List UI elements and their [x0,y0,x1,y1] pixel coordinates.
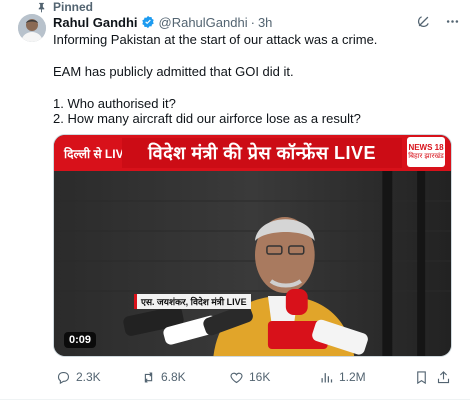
channel-logo-line2: बिहार झारखंड [408,153,444,160]
channel-logo: NEWS 18 बिहार झारखंड [407,137,445,167]
reply-button[interactable]: 2.3K [56,370,101,385]
repost-button[interactable]: 6.8K [141,370,186,385]
tweet-text-line-1: Informing Pakistan at the start of our a… [53,32,378,47]
timestamp[interactable]: 3h [258,15,272,30]
video-frame [54,171,451,356]
tweet-text-line-4: 2. How many aircraft did our airforce lo… [53,111,361,126]
pin-icon [38,2,45,13]
repost-icon [144,371,153,383]
grok-icon[interactable] [416,14,431,29]
banner-title: विदेश मंत्री की प्रेस कॉन्फ्रेंस LIVE [122,138,402,168]
verified-badge-icon [141,15,154,29]
reply-count: 2.3K [76,370,101,384]
video-banner: दिल्ली से LIVE विदेश मंत्री की प्रेस कॉन… [54,135,451,171]
channel-logo-line1: NEWS 18 [408,143,444,152]
repost-count: 6.8K [161,370,186,384]
tweet-card[interactable]: Pinned Rahul Gandhi @RahulGandhi · 3h In… [0,0,470,400]
share-button[interactable] [436,370,451,385]
more-icon[interactable] [445,14,460,29]
video-duration: 0:09 [64,332,97,348]
video-caption: एस. जयशंकर, विदेश मंत्री LIVE [134,294,251,309]
reply-icon [57,371,70,384]
views-icon [321,372,333,382]
pinned-indicator: Pinned [36,0,93,14]
like-count: 16K [249,370,271,384]
action-bar: 2.3K 6.8K 16K 1.2M [53,366,453,388]
bookmark-button[interactable] [414,370,429,385]
video-player[interactable]: दिल्ली से LIVE विदेश मंत्री की प्रेस कॉन… [53,134,452,357]
heart-icon [230,372,243,383]
avatar[interactable] [18,14,46,42]
author-handle[interactable]: @RahulGandhi [159,15,248,30]
tweet-header: Rahul Gandhi @RahulGandhi · 3h [53,14,460,30]
like-button[interactable]: 16K [229,370,270,385]
separator-dot: · [250,14,255,30]
views-count: 1.2M [339,370,366,384]
author-name[interactable]: Rahul Gandhi [53,15,138,30]
tweet-text-line-2: EAM has publicly admitted that GOI did i… [53,64,294,79]
views-button[interactable]: 1.2M [319,370,366,385]
share-icon [437,370,450,383]
tweet-text-line-3: 1. Who authorised it? [53,96,176,111]
pinned-label: Pinned [53,0,94,14]
bookmark-icon [417,370,426,384]
